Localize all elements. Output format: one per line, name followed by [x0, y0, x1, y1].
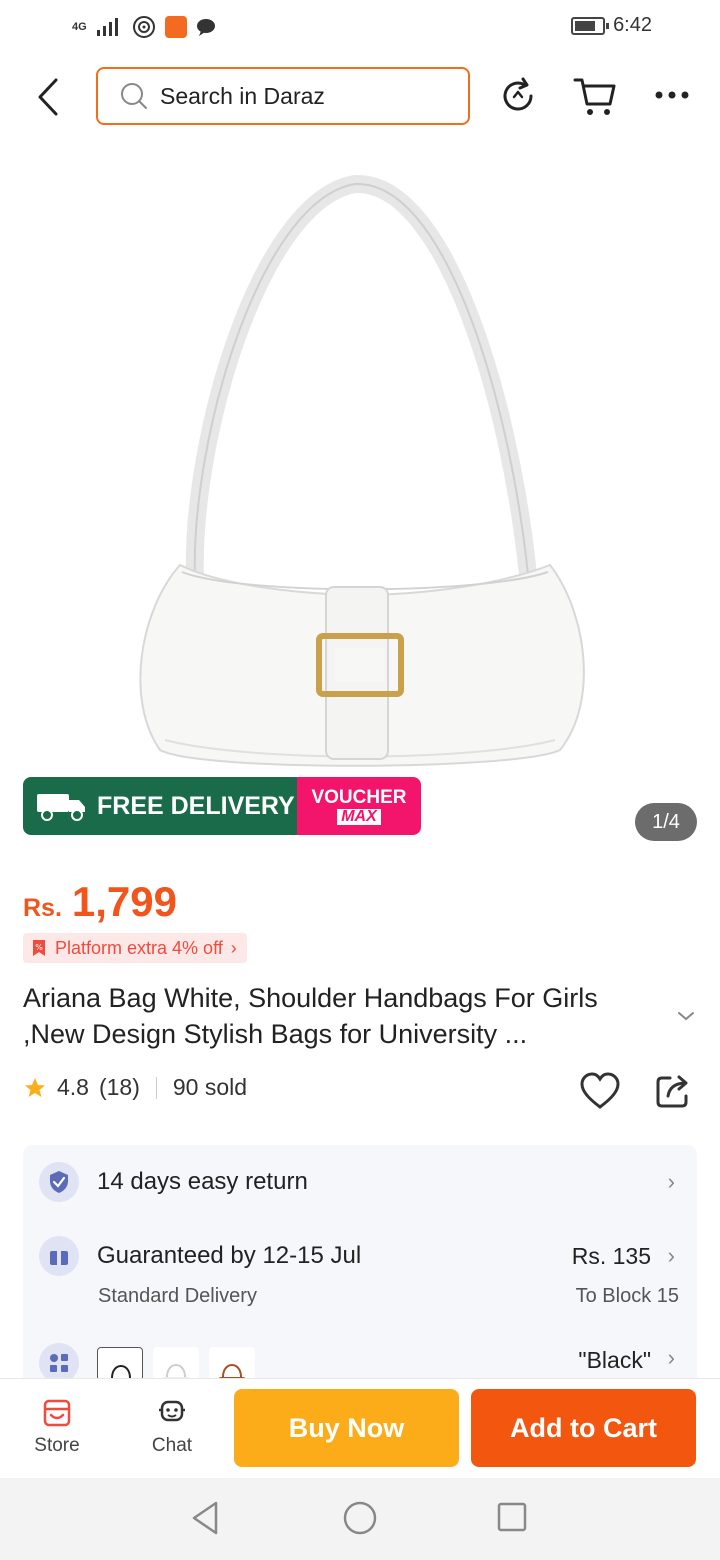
- delivery-type: Standard Delivery: [98, 1285, 257, 1307]
- svg-text:%: %: [35, 943, 43, 952]
- platform-offer-text: Platform extra 4% off: [55, 937, 223, 958]
- app-notification-icon: [164, 16, 187, 38]
- rating-count: (18): [98, 1074, 140, 1100]
- system-navigation-bar: [0, 1478, 720, 1560]
- voucher-label: VOUCHER: [311, 786, 407, 808]
- price: Rs. 1,799: [23, 878, 177, 926]
- voucher-max-label: MAX: [337, 808, 381, 825]
- image-counter: 1/4: [635, 803, 697, 841]
- expand-title-icon[interactable]: [677, 1010, 695, 1022]
- free-delivery-text: FREE DELIVERY: [97, 791, 295, 820]
- rating-row[interactable]: 4.8 (18) 90 sold: [23, 1074, 247, 1101]
- chevron-right-icon: ›: [230, 937, 237, 958]
- status-right: 6:42: [571, 14, 652, 37]
- delivery-text: Guaranteed by 12-15 Jul: [97, 1242, 362, 1269]
- chat-bubble-icon: [196, 19, 215, 36]
- chat-icon: [159, 1400, 185, 1422]
- chat-label: Chat: [151, 1435, 193, 1456]
- nav-home-icon[interactable]: [342, 1500, 378, 1536]
- search-input[interactable]: Search in Daraz: [96, 67, 470, 125]
- hotspot-icon: [132, 16, 155, 38]
- return-policy-row[interactable]: 14 days easy return ›: [23, 1162, 697, 1202]
- delivery-row[interactable]: Guaranteed by 12-15 Jul Rs. 135 ›: [23, 1236, 697, 1276]
- clock: 6:42: [613, 14, 652, 36]
- store-label: Store: [34, 1435, 80, 1456]
- more-icon[interactable]: [654, 90, 690, 100]
- star-icon: [25, 1077, 45, 1097]
- cart-icon[interactable]: [572, 74, 618, 118]
- product-title: Ariana Bag White, Shoulder Handbags For …: [23, 983, 598, 1049]
- battery-icon: [571, 16, 610, 35]
- handbag-illustration: [139, 174, 585, 767]
- discount-tag-icon: %: [33, 940, 45, 956]
- search-placeholder: Search in Daraz: [160, 82, 325, 109]
- nav-back-icon[interactable]: [190, 1500, 222, 1536]
- share-icon[interactable]: [654, 1072, 692, 1110]
- back-icon[interactable]: [34, 76, 62, 118]
- delivery-destination: To Block 15: [575, 1285, 679, 1307]
- nav-recents-icon[interactable]: [496, 1501, 528, 1533]
- refresh-icon[interactable]: [498, 76, 538, 116]
- service-card: 14 days easy return › Guaranteed by 12-1…: [23, 1145, 697, 1385]
- free-delivery-badge: FREE DELIVERY: [23, 777, 297, 835]
- top-bar: Search in Daraz: [0, 56, 720, 140]
- selected-variant: "Black": [578, 1347, 651, 1373]
- price-amount: 1,799: [71, 878, 178, 925]
- store-button[interactable]: Store: [22, 1399, 92, 1457]
- bottom-action-bar: Store Chat Buy Now Add to Cart: [0, 1378, 720, 1478]
- package-icon: [39, 1236, 79, 1276]
- voucher-max-badge: VOUCHER MAX: [297, 777, 421, 835]
- signal-icon: [96, 18, 118, 36]
- chevron-right-icon: ›: [667, 1169, 675, 1194]
- promo-banner[interactable]: FREE DELIVERY VOUCHER MAX: [23, 777, 421, 835]
- wishlist-heart-icon[interactable]: [580, 1072, 620, 1110]
- shield-check-icon: [39, 1162, 79, 1202]
- chat-button[interactable]: Chat: [137, 1399, 207, 1457]
- divider: [155, 1076, 157, 1099]
- delivery-fee: Rs. 135: [571, 1242, 651, 1269]
- platform-offer-chip[interactable]: % Platform extra 4% off ›: [23, 933, 247, 963]
- return-policy-text: 14 days easy return: [97, 1168, 308, 1195]
- search-icon: [121, 83, 147, 109]
- price-currency: Rs.: [23, 894, 62, 922]
- store-icon: [43, 1399, 71, 1427]
- chevron-right-icon: ›: [667, 1243, 675, 1268]
- product-image[interactable]: [0, 140, 720, 840]
- chevron-right-icon: ›: [667, 1345, 675, 1370]
- rating-score: 4.8: [57, 1074, 89, 1100]
- status-icons: 4G: [72, 14, 217, 40]
- add-to-cart-button[interactable]: Add to Cart: [471, 1389, 696, 1467]
- variant-grid-icon: [39, 1343, 79, 1383]
- buy-now-button[interactable]: Buy Now: [234, 1389, 459, 1467]
- network-label: 4G: [72, 21, 87, 33]
- sold-count: 90 sold: [172, 1074, 248, 1100]
- delivery-truck-icon: [37, 794, 85, 821]
- status-bar: 4G 6:42: [0, 0, 720, 56]
